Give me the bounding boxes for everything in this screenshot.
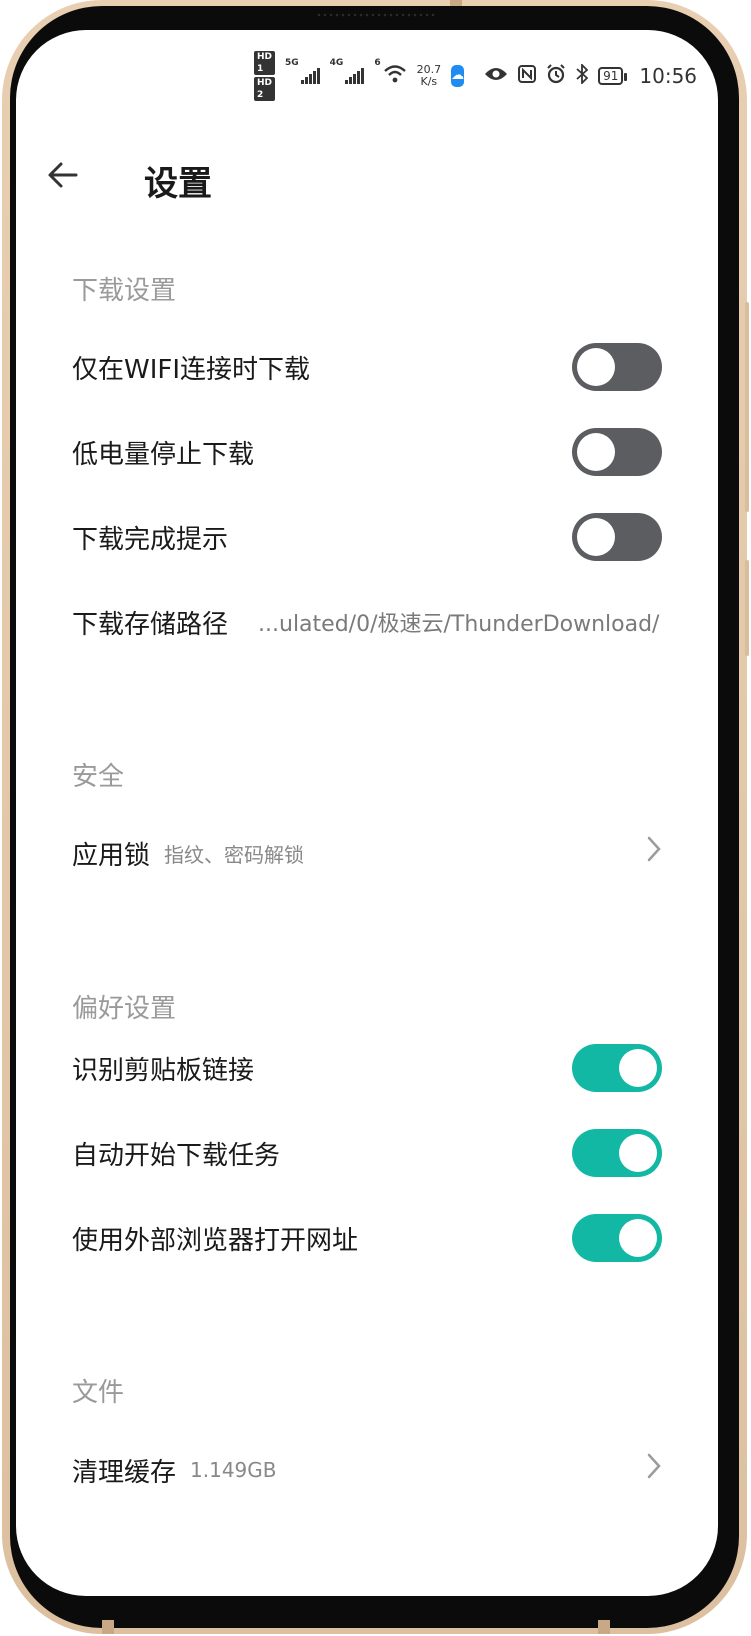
auto-start-toggle[interactable] — [572, 1129, 662, 1177]
section-title-security: 安全 — [72, 762, 125, 792]
earpiece-speaker — [316, 12, 436, 18]
setting-low-battery[interactable]: 低电量停止下载 — [72, 422, 662, 482]
section-title-files: 文件 — [72, 1378, 125, 1408]
net-speed: 20.7 K/s — [416, 63, 442, 88]
volume-button — [745, 302, 749, 512]
setting-label: 识别剪贴板链接 — [72, 1055, 255, 1086]
network-type-1: 5G — [285, 58, 299, 68]
clock: 10:56 — [639, 64, 698, 88]
toggle-knob — [577, 433, 615, 471]
alarm-icon — [546, 63, 566, 89]
toggle-knob — [619, 1049, 657, 1087]
frame-tab — [102, 1620, 114, 1634]
wifi-level: 6 — [374, 58, 381, 68]
status-bar: HD 1 HD 2 5G 4G 6 20.7 K/s ☁ 91 10:56 — [254, 51, 698, 101]
setting-subtext: 指纹、密码解锁 — [164, 842, 305, 867]
hd-indicators: HD 1 HD 2 — [254, 51, 276, 101]
signal-1-icon — [300, 68, 320, 84]
toggle-knob — [619, 1219, 657, 1257]
screen: HD 1 HD 2 5G 4G 6 20.7 K/s ☁ 91 10:56 设置… — [16, 30, 718, 1596]
bluetooth-icon — [576, 62, 589, 89]
setting-label: 低电量停止下载 — [72, 439, 255, 470]
external-browser-toggle[interactable] — [572, 1214, 662, 1262]
phone-frame: HD 1 HD 2 5G 4G 6 20.7 K/s ☁ 91 10:56 设置… — [2, 0, 749, 1634]
setting-label: 自动开始下载任务 — [72, 1140, 281, 1171]
clipboard-toggle[interactable] — [572, 1044, 662, 1092]
section-title-download: 下载设置 — [72, 276, 177, 306]
toggle-knob — [577, 518, 615, 556]
setting-label: 仅在WIFI连接时下载 — [72, 354, 310, 385]
app-header: 设置 — [16, 142, 718, 222]
hd1-badge: HD 1 — [254, 51, 276, 75]
arrow-left-icon — [48, 162, 78, 188]
wifi-icon — [383, 64, 407, 89]
setting-label: 下载存储路径 — [72, 609, 229, 640]
setting-storage-path[interactable]: 下载存储路径 ...ulated/0/极速云/ThunderDownload/ — [72, 592, 662, 652]
setting-clear-cache[interactable]: 清理缓存 1.149GB — [72, 1440, 662, 1500]
setting-auto-start[interactable]: 自动开始下载任务 — [72, 1123, 662, 1183]
toggle-knob — [577, 348, 615, 386]
section-title-preferences: 偏好设置 — [72, 994, 177, 1024]
cache-size: 1.149GB — [190, 1458, 277, 1482]
signal-2-icon — [345, 68, 365, 84]
eye-icon — [484, 66, 508, 87]
storage-path-value: ...ulated/0/极速云/ThunderDownload/ — [258, 612, 660, 637]
setting-label: 应用锁 — [72, 840, 151, 871]
chevron-right-icon — [646, 1452, 662, 1488]
battery-indicator: 91 — [598, 67, 628, 85]
nfc-icon — [518, 64, 537, 88]
setting-complete-notice[interactable]: 下载完成提示 — [72, 507, 662, 567]
chevron-right-icon — [646, 835, 662, 871]
complete-notice-toggle[interactable] — [572, 513, 662, 561]
network-type-2: 4G — [329, 58, 344, 68]
hd2-badge: HD 2 — [254, 77, 276, 101]
low-battery-toggle[interactable] — [572, 428, 662, 476]
setting-app-lock[interactable]: 应用锁 指纹、密码解锁 — [72, 823, 662, 883]
setting-label: 使用外部浏览器打开网址 — [72, 1225, 359, 1256]
setting-external-browser[interactable]: 使用外部浏览器打开网址 — [72, 1208, 662, 1268]
setting-clipboard[interactable]: 识别剪贴板链接 — [72, 1038, 662, 1098]
power-button — [745, 560, 749, 656]
cloud-app-icon: ☁ — [451, 65, 465, 87]
setting-wifi-only[interactable]: 仅在WIFI连接时下载 — [72, 337, 662, 397]
toggle-knob — [619, 1134, 657, 1172]
wifi-only-toggle[interactable] — [572, 343, 662, 391]
page-title: 设置 — [144, 164, 212, 204]
setting-label: 清理缓存 — [72, 1457, 177, 1488]
setting-label: 下载完成提示 — [72, 524, 229, 555]
frame-tab — [598, 1620, 610, 1634]
back-button[interactable] — [46, 158, 80, 201]
